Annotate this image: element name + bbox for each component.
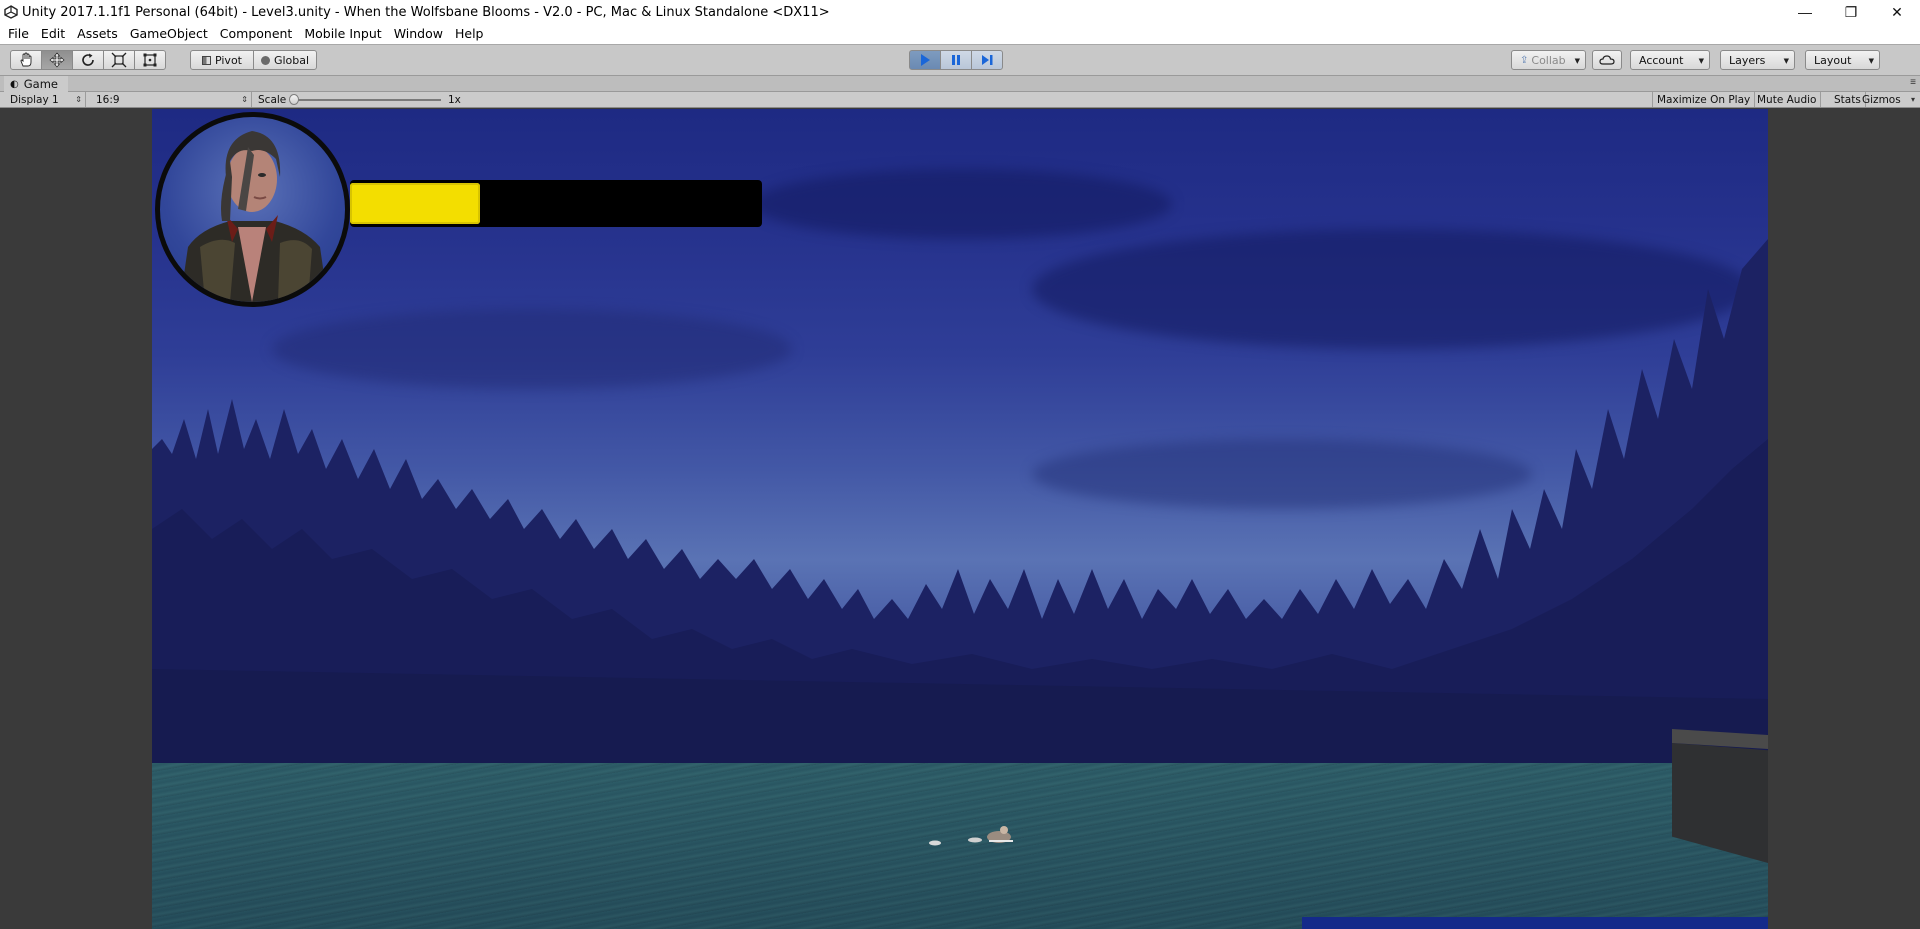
- chevron-down-icon: ▾: [1910, 95, 1915, 104]
- layers-label: Layers: [1729, 53, 1766, 67]
- mute-audio-toggle[interactable]: Mute Audio: [1753, 92, 1822, 107]
- playback-controls: [909, 50, 1003, 70]
- game-panel: ◐ Game ≡ Display 1 ⇕ 16:9 ⇕ Scale 1x Max…: [0, 76, 1920, 929]
- transform-tools: [10, 50, 166, 70]
- layout-label: Layout: [1814, 53, 1852, 67]
- display-label: Display 1: [10, 93, 59, 106]
- menu-edit[interactable]: Edit: [35, 24, 71, 44]
- rotate-icon: [82, 53, 94, 66]
- layers-dropdown[interactable]: Layers ▼: [1720, 50, 1795, 70]
- globe-icon: [260, 55, 270, 65]
- global-label: Global: [273, 53, 310, 67]
- scale-slider-thumb[interactable]: [289, 94, 299, 105]
- character-portrait: [155, 112, 350, 307]
- right-toolbar: ⇪ Collab ▼ Account ▼ Layers ▼ Layout ▼: [1511, 50, 1880, 70]
- game-options-bar: Display 1 ⇕ 16:9 ⇕ Scale 1x Maximize On …: [0, 92, 1920, 108]
- collab-icon: ⇪: [1520, 54, 1529, 66]
- maximize-on-play-toggle[interactable]: Maximize On Play: [1652, 92, 1756, 107]
- game-controller-icon: ◐: [10, 78, 19, 90]
- game-tab-label: Game: [23, 77, 58, 91]
- layout-dropdown[interactable]: Layout ▼: [1805, 50, 1880, 70]
- play-button[interactable]: [909, 50, 941, 70]
- menu-mobile-input[interactable]: Mobile Input: [298, 24, 387, 44]
- minimize-button[interactable]: —: [1782, 0, 1828, 24]
- viewport-gutter-left: [0, 109, 152, 929]
- unity-logo-icon: [0, 0, 22, 24]
- close-button[interactable]: ✕: [1874, 0, 1920, 24]
- swimming-character: [929, 826, 1013, 846]
- game-viewport[interactable]: [152, 109, 1768, 929]
- gizmos-label: Gizmos: [1862, 93, 1901, 106]
- collab-dropdown[interactable]: ⇪ Collab ▼: [1511, 50, 1586, 70]
- scale-slider-track[interactable]: [293, 99, 441, 101]
- gizmos-dropdown[interactable]: Gizmos ▾: [1858, 92, 1918, 107]
- rotate-tool-button[interactable]: [72, 50, 104, 70]
- scale-icon: [111, 52, 127, 68]
- window-titlebar: Unity 2017.1.1f1 Personal (64bit) - Leve…: [0, 0, 1920, 24]
- menu-bar: File Edit Assets GameObject Component Mo…: [0, 24, 1920, 44]
- aspect-label: 16:9: [96, 93, 120, 106]
- pivot-icon: [201, 55, 211, 65]
- hand-icon: [20, 52, 32, 67]
- window-title: Unity 2017.1.1f1 Personal (64bit) - Leve…: [22, 4, 830, 20]
- menu-assets[interactable]: Assets: [71, 24, 124, 44]
- chevron-updown-icon: ⇕: [241, 95, 248, 104]
- game-tab-bar: ◐ Game ≡: [0, 76, 1920, 92]
- collab-label: Collab: [1531, 53, 1566, 67]
- global-toggle[interactable]: Global: [253, 50, 317, 70]
- move-tool-button[interactable]: [41, 50, 73, 70]
- scale-label: Scale: [258, 93, 287, 106]
- chevron-down-icon: ▼: [1783, 57, 1789, 65]
- hand-tool-button[interactable]: [10, 50, 42, 70]
- main-toolbar: Pivot Global ⇪ Collab ▼ Account ▼ Layers…: [0, 44, 1920, 76]
- display-dropdown[interactable]: Display 1 ⇕: [6, 92, 86, 107]
- tab-game[interactable]: ◐ Game: [4, 76, 68, 92]
- pause-button[interactable]: [940, 50, 972, 70]
- chevron-updown-icon: ⇕: [75, 95, 82, 104]
- rect-transform-icon: [143, 53, 157, 67]
- pause-icon: [952, 55, 960, 65]
- menu-component[interactable]: Component: [214, 24, 299, 44]
- move-icon: [49, 52, 65, 68]
- chevron-down-icon: ▼: [1574, 57, 1580, 65]
- scale-tool-button[interactable]: [103, 50, 135, 70]
- restore-button[interactable]: ❐: [1828, 0, 1874, 24]
- aspect-dropdown[interactable]: 16:9 ⇕: [92, 92, 252, 107]
- menu-gameobject[interactable]: GameObject: [124, 24, 214, 44]
- cloud-icon: [1599, 55, 1615, 65]
- pivot-label: Pivot: [214, 53, 242, 67]
- panel-menu-icon[interactable]: ≡: [1910, 77, 1916, 88]
- chevron-down-icon: ▼: [1868, 57, 1874, 65]
- cloud-button[interactable]: [1592, 50, 1622, 70]
- health-bar-fill: [350, 183, 480, 224]
- account-dropdown[interactable]: Account ▼: [1630, 50, 1710, 70]
- viewport-gutter-right: [1768, 109, 1920, 929]
- terrain-edge: [1302, 917, 1768, 929]
- menu-window[interactable]: Window: [388, 24, 449, 44]
- step-icon: [982, 55, 993, 65]
- chevron-down-icon: ▼: [1698, 57, 1704, 65]
- rect-tool-button[interactable]: [134, 50, 166, 70]
- character-avatar: [180, 131, 328, 302]
- scale-value: 1x: [448, 93, 461, 106]
- play-icon: [921, 54, 930, 66]
- account-label: Account: [1639, 53, 1684, 67]
- step-button[interactable]: [971, 50, 1003, 70]
- menu-help[interactable]: Help: [449, 24, 490, 44]
- menu-file[interactable]: File: [2, 24, 35, 44]
- pivot-controls: Pivot Global: [190, 50, 317, 70]
- pivot-toggle[interactable]: Pivot: [190, 50, 254, 70]
